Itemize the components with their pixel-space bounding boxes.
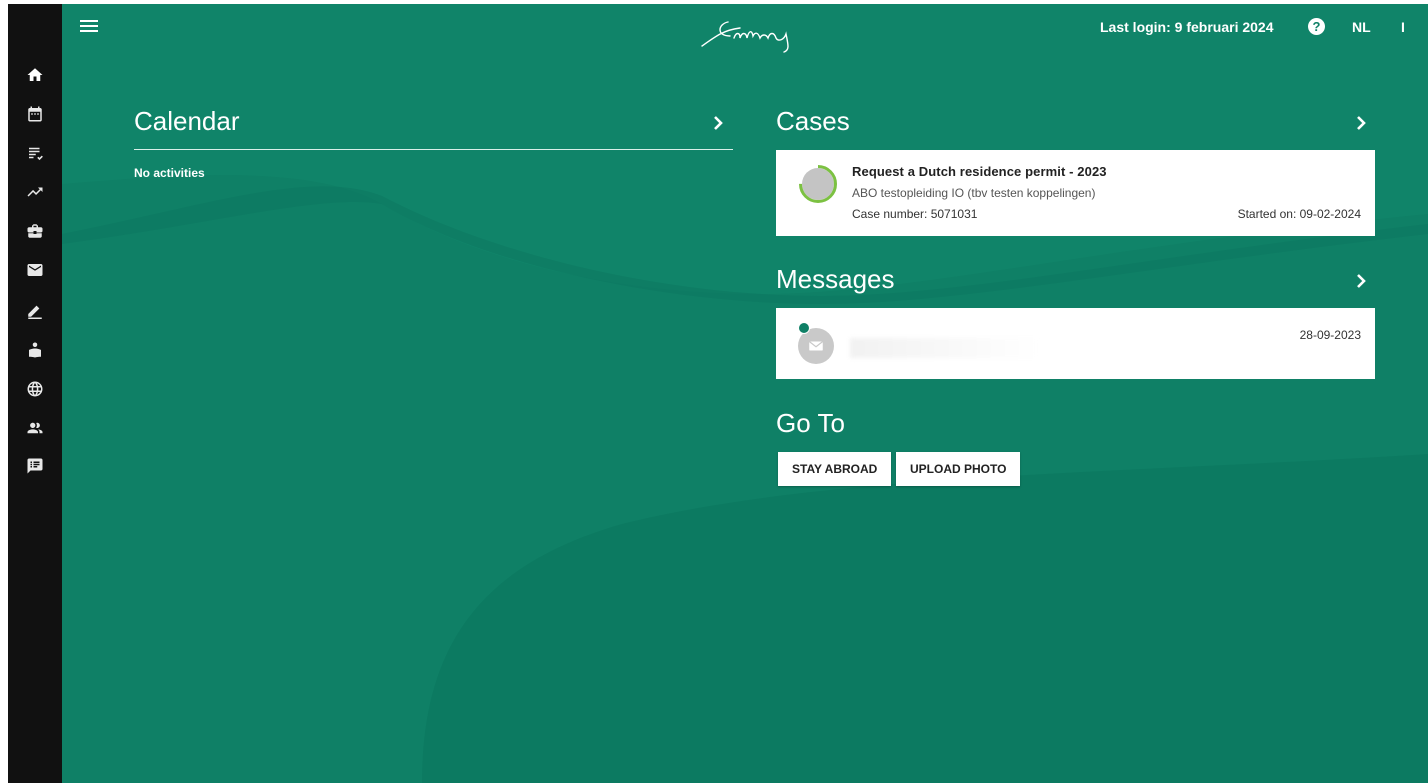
- message-date: 28-09-2023: [1299, 328, 1361, 342]
- case-started: Started on: 09-02-2024: [1237, 207, 1361, 221]
- calendar-empty-text: No activities: [134, 166, 205, 180]
- message-card[interactable]: 28-09-2023: [776, 308, 1375, 379]
- briefcase-icon[interactable]: [25, 221, 45, 241]
- calendar-divider: [134, 149, 733, 150]
- messages-chevron-icon[interactable]: [1353, 273, 1369, 289]
- last-login: Last login: 9 februari 2024: [1100, 19, 1274, 35]
- case-card[interactable]: Request a Dutch residence permit - 2023 …: [776, 150, 1375, 236]
- home-icon[interactable]: [25, 65, 45, 85]
- people-icon[interactable]: [25, 418, 45, 438]
- unread-dot: [798, 322, 810, 334]
- globe-icon[interactable]: [25, 379, 45, 399]
- cases-title: Cases: [776, 106, 850, 136]
- stay-abroad-button[interactable]: STAY ABROAD: [778, 452, 892, 486]
- menu-icon[interactable]: [80, 18, 98, 34]
- trending-up-icon[interactable]: [25, 182, 45, 202]
- reader-icon[interactable]: [25, 340, 45, 360]
- user-menu[interactable]: I: [1401, 19, 1405, 35]
- edit-icon[interactable]: [25, 300, 45, 320]
- messages-title: Messages: [776, 264, 895, 294]
- help-icon[interactable]: ?: [1308, 18, 1325, 35]
- upload-photo-button[interactable]: UPLOAD PHOTO: [896, 452, 1021, 486]
- case-progress-icon: [799, 165, 837, 203]
- list-check-icon[interactable]: [25, 143, 45, 163]
- main-content: Last login: 9 februari 2024 ? NL I Calen…: [62, 4, 1428, 783]
- cases-chevron-icon[interactable]: [1353, 115, 1369, 131]
- language-switch[interactable]: NL: [1352, 19, 1371, 35]
- calendar-chevron-icon[interactable]: [710, 115, 726, 131]
- sidebar: [8, 4, 62, 783]
- mail-icon[interactable]: [25, 260, 45, 280]
- case-subtitle: ABO testopleiding IO (tbv testen koppeli…: [852, 186, 1096, 200]
- erasmus-logo: [701, 21, 789, 53]
- case-title: Request a Dutch residence permit - 2023: [852, 164, 1107, 179]
- case-number: Case number: 5071031: [852, 207, 978, 221]
- feedback-icon[interactable]: [25, 456, 45, 476]
- goto-title: Go To: [776, 408, 845, 438]
- background-decoration: [62, 4, 1428, 783]
- calendar-icon[interactable]: [25, 104, 45, 124]
- calendar-title: Calendar: [134, 106, 240, 136]
- message-subject-redacted: [850, 338, 1040, 358]
